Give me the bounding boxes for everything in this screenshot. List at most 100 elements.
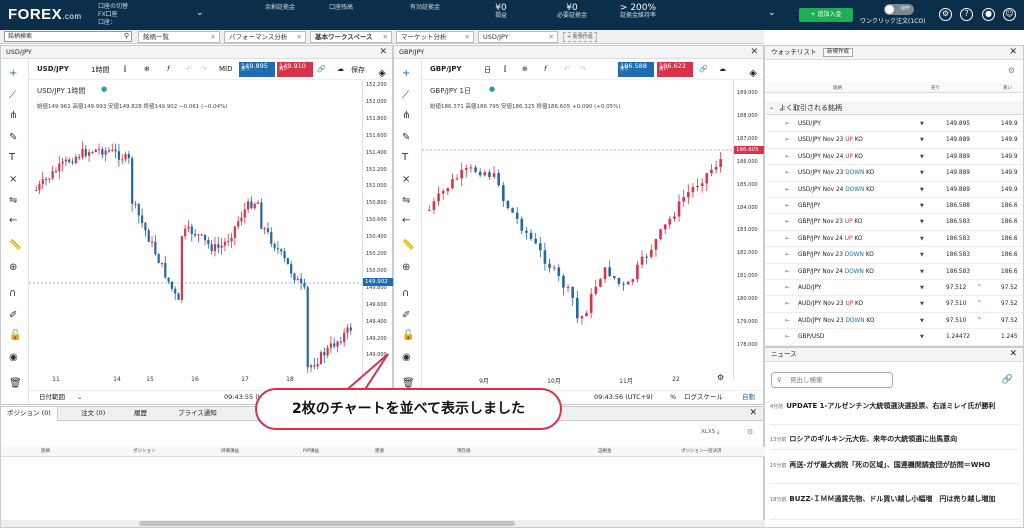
chevron-down-icon[interactable]: ▼ xyxy=(920,198,924,214)
chevron-down-icon[interactable]: ▼ xyxy=(920,247,924,263)
link-icon[interactable]: 🔗 xyxy=(699,65,708,73)
fib-icon[interactable]: ⋔ xyxy=(9,110,17,121)
tab-orders[interactable]: 注文 (0) xyxy=(81,407,105,420)
back-arrow-icon[interactable]: ← xyxy=(402,215,410,226)
magnet-icon[interactable]: ∩ xyxy=(402,288,409,299)
buy-quote[interactable]: 買い 186.622 xyxy=(657,62,693,77)
sell-price[interactable]: 186.583 xyxy=(946,231,970,247)
redo-icon[interactable]: ↷ xyxy=(580,65,586,73)
bell-icon[interactable]: ● xyxy=(982,8,995,21)
chevron-down-icon[interactable]: ⌄ xyxy=(77,391,82,404)
buy-price[interactable]: 186.6 xyxy=(1001,264,1018,280)
sell-price[interactable]: 97.512 xyxy=(946,280,966,296)
watchlist-row[interactable]: ⇤ GBP/JPY Nov 24 UP KO ▼ 186.583 186.6 xyxy=(765,231,1023,248)
watchlist-group[interactable]: ⌄ よく取引される銘柄 xyxy=(765,101,1023,115)
percent-toggle[interactable]: % xyxy=(670,391,676,404)
text-icon[interactable]: T xyxy=(402,152,408,163)
chevron-down-icon[interactable]: ⌄ xyxy=(768,8,776,18)
measure-icon[interactable]: ⇋ xyxy=(9,195,17,206)
chevron-down-icon[interactable]: ▼ xyxy=(920,165,924,181)
redo-icon[interactable]: ↷ xyxy=(201,65,207,73)
tab-positions[interactable]: ポジション (0) xyxy=(1,407,58,421)
interval-selector[interactable]: 1時間 xyxy=(91,65,109,75)
interval-selector[interactable]: 日 xyxy=(484,65,491,75)
measure-icon[interactable]: ⇋ xyxy=(402,195,410,206)
news-item[interactable]: 18分前 BUZZ-ＩＭＭ通貨先物、ドル買い越し小幅増 円は売り越し増加 xyxy=(770,494,1020,520)
pin-icon[interactable]: ⇤ xyxy=(785,264,790,280)
watchlist-row[interactable]: ⇤ GBP/JPY ▼ 186.588 186.6 xyxy=(765,198,1023,215)
cloud-save-icon[interactable]: ☁ xyxy=(337,65,344,73)
news-item[interactable]: 15分前 再送-ガザ最大病院「死の区域」、国連機関調査団が訪問＝WHO xyxy=(770,460,1020,484)
buy-price[interactable]: 97.52 xyxy=(1001,313,1018,329)
log-scale-toggle[interactable]: ログスケール xyxy=(684,391,723,404)
buy-price[interactable]: 97.52 xyxy=(1001,280,1018,296)
layers-icon[interactable]: ◈ xyxy=(378,68,386,79)
candle-type-icon[interactable]: ⫿ xyxy=(504,65,506,74)
crosshair-icon[interactable]: + xyxy=(402,68,410,79)
sell-price[interactable]: 149.889 xyxy=(946,182,970,198)
layers-icon[interactable]: ◈ xyxy=(749,68,757,79)
news-item[interactable]: 4分前 UPDATE 1-アルゼンチン大統領選決選投票、右派ミレイ氏が勝利 xyxy=(770,401,1020,425)
brush-icon[interactable]: ✎ xyxy=(402,132,410,143)
tab-usdjpy[interactable]: USD/JPY ✕ xyxy=(478,31,558,43)
eye-icon[interactable]: ◉ xyxy=(9,352,18,363)
chevron-down-icon[interactable]: ▼ xyxy=(920,182,924,198)
new-tab-button[interactable]: + 新規作成 xyxy=(563,32,597,42)
close-icon[interactable]: ✕ xyxy=(379,46,387,58)
buy-price[interactable]: 1.245 xyxy=(1001,329,1018,345)
watchlist-row[interactable]: ⇤ GBP/USD ▼ 1.24472 1.245 xyxy=(765,329,1023,346)
pin-icon[interactable]: ⇤ xyxy=(785,132,790,148)
pin-icon[interactable]: ⇤ xyxy=(785,198,790,214)
close-icon[interactable]: ✕ xyxy=(1009,46,1017,59)
function-icon[interactable]: f xyxy=(544,65,546,73)
buy-quote[interactable]: 買い 149.910 xyxy=(277,62,313,77)
horizontal-scrollbar[interactable] xyxy=(1,520,765,527)
column-header[interactable]: 建値 xyxy=(375,447,384,457)
close-icon[interactable]: ✕ xyxy=(1009,348,1017,361)
chevron-down-icon[interactable]: ▼ xyxy=(920,214,924,230)
pin-icon[interactable]: ⇤ xyxy=(785,313,790,329)
undo-icon[interactable]: ↶ xyxy=(564,65,570,73)
tab-basic-workspace[interactable]: 基本ワークスペース ✕ xyxy=(310,31,392,43)
sell-price[interactable]: 97.510 xyxy=(946,313,966,329)
chevron-down-icon[interactable]: ▼ xyxy=(920,280,924,296)
lock-icon[interactable]: 🔓 xyxy=(402,330,414,341)
gear-icon[interactable]: ⚙ xyxy=(1008,66,1015,75)
forex-logo[interactable]: FOREX.com xyxy=(8,6,82,23)
pin-icon[interactable]: ⇤ xyxy=(785,116,790,132)
account-switcher[interactable]: 口座の切替 FX口座 口座： xyxy=(98,3,128,27)
buy-price[interactable]: 149.9 xyxy=(1001,165,1018,181)
auto-scale-toggle[interactable]: 自動 xyxy=(742,391,755,404)
pin-icon[interactable]: ⇤ xyxy=(785,182,790,198)
eye-icon[interactable]: ◉ xyxy=(402,352,411,363)
sell-price[interactable]: 149.895 xyxy=(946,116,970,132)
sell-price[interactable]: 1.24472 xyxy=(946,329,970,345)
column-header[interactable]: ポジション xyxy=(133,447,156,457)
export-xlsx-button[interactable]: XLXS ⤓ xyxy=(701,429,719,436)
pattern-icon[interactable]: ⨯ xyxy=(402,174,410,185)
buy-price[interactable]: 149.9 xyxy=(1001,116,1018,132)
sell-price[interactable]: 186.588 xyxy=(946,198,970,214)
watchlist-row[interactable]: ⇤ GBP/JPY Nov 23 UP KO ▼ 186.583 186.6 xyxy=(765,214,1023,231)
undo-icon[interactable]: ↶ xyxy=(186,65,192,73)
column-header[interactable]: ポジション一括決済 xyxy=(681,447,722,457)
news-item[interactable]: 13分前 ロシアのギルキン元大佐、来年の大統領選に出馬意向 xyxy=(770,434,1020,450)
tab-market-analysis[interactable]: マーケット分析 ✕ xyxy=(396,31,474,43)
watchlist-row[interactable]: ⇤ AUD/JPY Nov 23 UP KO ▼ 97.510 ^ 97.52 xyxy=(765,296,1023,313)
column-header[interactable]: P/P損益 xyxy=(303,447,319,457)
symbol-selector[interactable]: USD/JPY xyxy=(37,65,69,73)
tab-history[interactable]: 履歴 xyxy=(134,407,147,420)
buy-price[interactable]: 186.6 xyxy=(1001,198,1018,214)
zoom-icon[interactable]: ⊕ xyxy=(9,262,17,273)
chevron-down-icon[interactable]: ▼ xyxy=(920,231,924,247)
watchlist-row[interactable]: ⇤ GBP/JPY Nov 24 DOWN KO ▼ 186.583 186.6 xyxy=(765,264,1023,280)
chevron-down-icon[interactable]: ▼ xyxy=(920,132,924,148)
buy-price[interactable]: 186.6 xyxy=(1001,247,1018,263)
price-mode[interactable]: MID xyxy=(219,65,233,73)
lock-icon[interactable]: 🔓 xyxy=(9,330,21,341)
close-icon[interactable]: ✕ xyxy=(750,46,758,58)
sell-price[interactable]: 97.510 xyxy=(946,296,966,312)
watchlist-row[interactable]: ⇤ USD/JPY Nov 24 DOWN KO ▼ 149.889 149.9 xyxy=(765,182,1023,198)
back-arrow-icon[interactable]: ← xyxy=(9,215,17,226)
buy-price[interactable]: 149.9 xyxy=(1001,149,1018,165)
